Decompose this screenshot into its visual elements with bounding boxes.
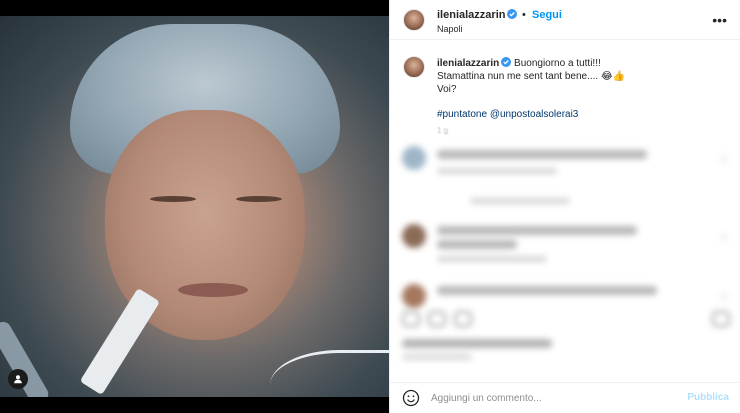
caption-text: ilenialazzarin Buongiorno a tutti!!! Sta… — [437, 57, 717, 96]
caption-username[interactable]: ilenialazzarin — [437, 57, 512, 69]
author-avatar[interactable] — [403, 9, 425, 31]
caption-avatar[interactable] — [403, 56, 425, 78]
heart-icon[interactable]: ♡ — [719, 154, 729, 167]
caption-time: 1 g — [437, 126, 449, 135]
caption-hashtags[interactable]: #puntatone @unpostoalsolerai3 — [437, 109, 578, 120]
emoji-smile-icon[interactable] — [402, 389, 420, 407]
author-username[interactable]: ilenialazzarin — [437, 9, 518, 21]
heart-icon[interactable]: ♡ — [719, 232, 729, 245]
comment-meta — [437, 168, 557, 174]
user-tag-icon[interactable] — [8, 369, 28, 389]
comment-composer: Pubblica — [390, 382, 740, 413]
post-date — [402, 354, 472, 360]
comment-meta — [437, 256, 547, 262]
publish-button[interactable]: Pubblica — [687, 392, 729, 403]
more-options-icon[interactable]: ••• — [712, 12, 727, 28]
comment-text — [437, 286, 657, 295]
share-icon[interactable] — [454, 311, 472, 327]
likes-count[interactable] — [402, 339, 552, 348]
caption-line-1: Buongiorno a tutti!!! — [514, 58, 601, 69]
save-icon[interactable] — [712, 311, 730, 327]
follow-button[interactable]: Segui — [532, 9, 562, 21]
comment-text — [437, 150, 647, 159]
comment-avatar — [402, 146, 426, 170]
like-icon[interactable] — [402, 311, 420, 327]
post-location[interactable]: Napoli — [437, 24, 463, 34]
verified-badge-icon — [501, 57, 512, 67]
follow-separator: • — [522, 9, 526, 21]
photo-eye-left — [150, 196, 196, 202]
photo-mouth — [178, 283, 248, 297]
photo-letterbox-bottom — [0, 397, 389, 413]
caption-line-2: Stamattina nun me sent tant bene.... 😂👍 — [437, 71, 626, 82]
comment-input[interactable] — [431, 389, 671, 407]
post-actions — [390, 303, 740, 363]
replies-toggle-text — [470, 198, 570, 204]
verified-badge-icon — [507, 9, 518, 19]
photo-letterbox-top — [0, 0, 389, 16]
comment-icon[interactable] — [428, 311, 446, 327]
post-photo[interactable] — [0, 0, 389, 413]
comment-avatar — [402, 224, 426, 248]
photo-eye-right — [236, 196, 282, 202]
comment-item: ♡ — [390, 218, 740, 278]
post-side-panel: ilenialazzarin • Segui Napoli ••• ilenia… — [389, 0, 740, 413]
caption-line-3: Voi? — [437, 84, 457, 95]
post-header: ilenialazzarin • Segui Napoli ••• — [390, 0, 740, 40]
comment-text — [437, 226, 637, 235]
comment-text — [437, 240, 517, 249]
